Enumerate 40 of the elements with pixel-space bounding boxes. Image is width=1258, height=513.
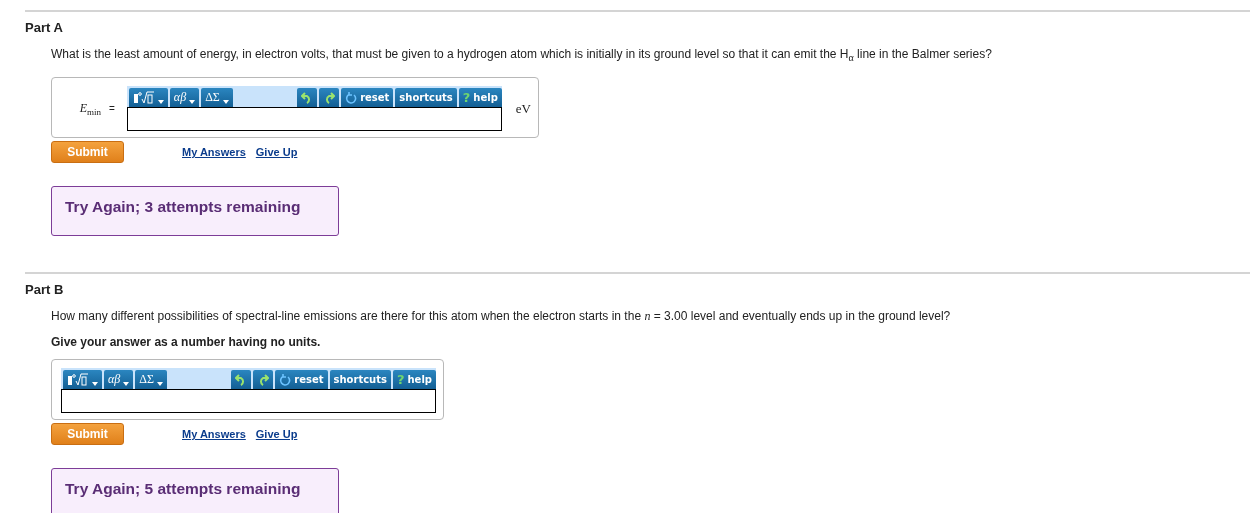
help-icon: ? [396,372,405,388]
my-answers-link[interactable]: My Answers [182,146,246,159]
template-icon [132,90,155,105]
undo-button[interactable] [297,88,318,108]
shortcuts-button[interactable]: shortcuts [329,370,391,390]
redo-button[interactable] [319,88,340,108]
give-up-link[interactable]: Give Up [255,428,298,441]
redo-button[interactable] [253,370,274,390]
feedback-message: Try Again; 5 attempts remaining [51,468,339,513]
undo-button[interactable] [231,370,252,390]
template-button[interactable] [63,370,102,390]
reset-icon [279,373,292,386]
template-button[interactable] [128,88,168,108]
feedback-message: Try Again; 3 attempts remaining [51,186,339,237]
operators-button[interactable]: ΔΣ [201,88,233,108]
redo-icon [323,91,336,104]
instruction-text: Give your answer as a number having no units. [51,335,322,350]
help-button[interactable]: ? help [458,88,502,108]
my-answers-link[interactable]: My Answers [182,428,246,441]
answer-input[interactable] [126,107,502,132]
greek-letters-button[interactable]: αβ [169,88,200,108]
help-button[interactable]: ? help [392,370,436,390]
template-icon [67,372,89,387]
question-text: How many different possibilities of spectral-line emissions are there for this atom when the electron starts in the n = 3.00 level and eventually ends up in the ground level? [51,308,952,325]
answer-input[interactable] [61,389,436,414]
operators-button[interactable]: ΔΣ [135,370,167,390]
part-title: Part B [25,282,65,298]
unit-label: eV [515,100,531,117]
reset-button[interactable]: reset [341,88,394,108]
question-text: What is the least amount of energy, in electron volts, that must be given to a hydrogen atom which is initially in its ground level so that it can emit the H$_{α}$ line in the Balmer series? [51,46,993,66]
equals-sign: = [109,103,115,115]
help-icon: ? [462,90,471,106]
greek-letters-button[interactable]: αβ [104,370,134,390]
variable-label: E$_{min}$ [78,100,101,118]
reset-icon [345,91,358,104]
give-up-link[interactable]: Give Up [255,146,298,159]
part-title: Part A [25,20,64,35]
shortcuts-button[interactable]: shortcuts [395,88,457,108]
redo-icon [257,373,270,386]
reset-button[interactable]: reset [275,370,328,390]
